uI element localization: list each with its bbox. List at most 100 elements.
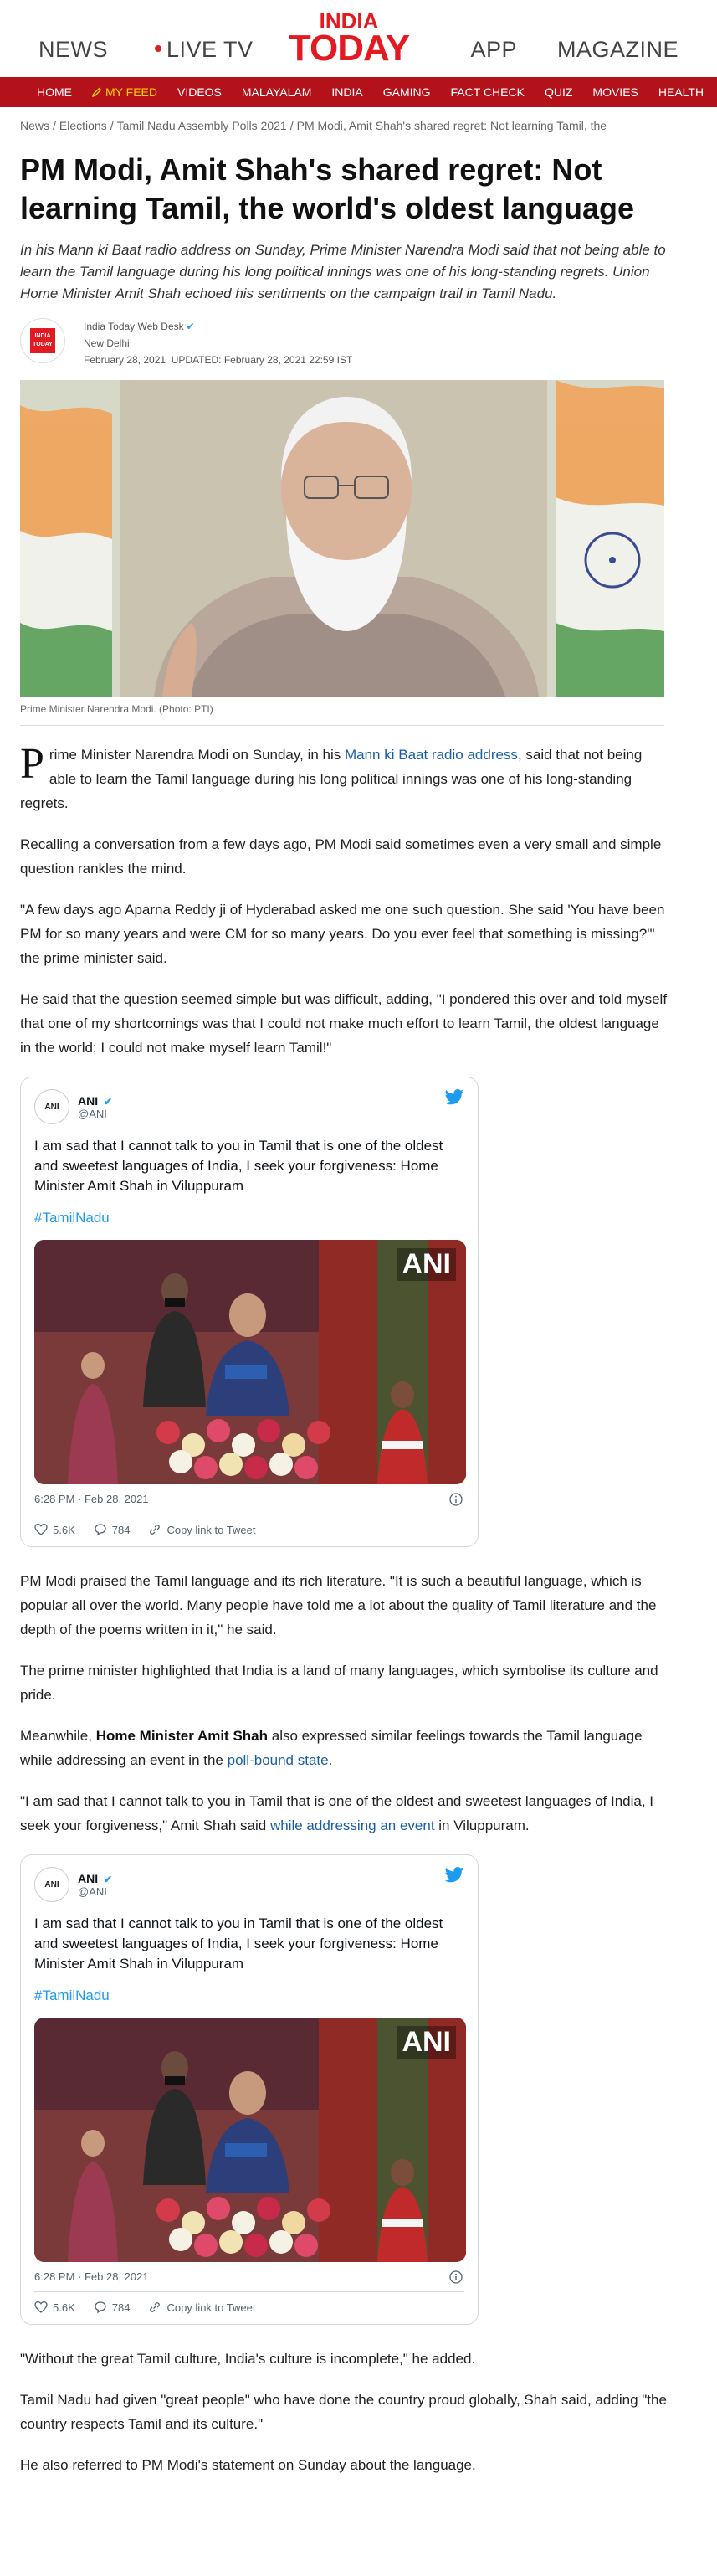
- nav-app-link[interactable]: APP: [470, 37, 517, 63]
- reply-action[interactable]: 784: [94, 1523, 131, 1536]
- nav-item-gaming[interactable]: GAMING: [373, 85, 441, 99]
- hero-image: [20, 380, 664, 697]
- caption-divider: [20, 725, 664, 726]
- twitter-bird-icon[interactable]: [444, 1089, 464, 1106]
- mann-ki-baat-link[interactable]: Mann ki Baat radio address: [345, 747, 518, 763]
- paragraph-9: "Without the great Tamil culture, India'…: [20, 2351, 476, 2367]
- reply-count: 784: [111, 2301, 131, 2314]
- copy-link-label: Copy link to Tweet: [166, 2301, 256, 2314]
- paragraph-11: He also referred to PM Modi's statement …: [20, 2457, 476, 2473]
- paragraph-6: The prime minister highlighted that Indi…: [20, 1663, 658, 1703]
- tweet-handle[interactable]: @ANI: [78, 1108, 112, 1120]
- paragraph-5: PM Modi praised the Tamil language and i…: [20, 1573, 657, 1638]
- header-left-nav: NEWS LIVE TV: [38, 37, 254, 63]
- nav-item-movies[interactable]: MOVIES: [582, 85, 648, 99]
- like-count: 5.6K: [53, 2301, 75, 2314]
- byline: INDIA TODAY India Today Web Desk ✔ New Del…: [20, 318, 697, 368]
- byline-meta: India Today Web Desk ✔ New Delhi February…: [84, 318, 352, 368]
- tweet-hashtag[interactable]: #TamilNadu: [34, 1987, 464, 2004]
- nav-live-tv-link[interactable]: LIVE TV: [155, 37, 254, 63]
- hero-illustration: [20, 380, 664, 697]
- like-action[interactable]: 5.6K: [34, 1523, 75, 1536]
- tweet-verified-icon: ✔: [104, 1095, 113, 1108]
- twitter-bird-icon[interactable]: [444, 1867, 464, 1884]
- article-title: PM Modi, Amit Shah's shared regret: Not …: [20, 152, 635, 225]
- reply-count: 784: [111, 1523, 131, 1536]
- article-container: News / Elections / Tamil Nadu Assembly Polls…: [0, 119, 717, 2497]
- dateline-location: New Delhi: [84, 337, 130, 349]
- author-avatar-logo: INDIA TODAY: [30, 328, 55, 353]
- nav-item-fact-check[interactable]: FACT CHECK: [441, 85, 535, 99]
- embedded-tweet-2[interactable]: ANI ANI ✔ @ANI I am sad that I cannot ta…: [20, 1854, 479, 2325]
- copy-link-label: Copy link to Tweet: [166, 1523, 256, 1536]
- breadcrumb-elections[interactable]: Elections: [59, 119, 107, 132]
- copy-link-action[interactable]: Copy link to Tweet: [148, 2301, 255, 2314]
- reply-action[interactable]: 784: [94, 2301, 131, 2314]
- tweet-header: ANI ANI ✔ @ANI: [34, 1867, 464, 1902]
- poll-bound-state-link[interactable]: poll-bound state: [228, 1752, 329, 1768]
- updated-date: UPDATED: February 28, 2021 22:59 IST: [171, 354, 353, 366]
- nav-item-home[interactable]: HOME: [27, 85, 82, 99]
- tweet-timestamp[interactable]: 6:28 PM · Feb 28, 2021: [34, 1493, 464, 1506]
- paragraph-10: Tamil Nadu had given "great people" who …: [20, 2392, 667, 2432]
- live-dot-icon: [155, 44, 161, 52]
- section-nav-bar: HOME MY FEED VIDEOS MALAYALAM INDIA GAMI…: [0, 77, 717, 107]
- tweet-avatar[interactable]: ANI: [34, 1089, 69, 1124]
- tweet-timestamp[interactable]: 6:28 PM · Feb 28, 2021: [34, 2270, 464, 2284]
- nav-news-link[interactable]: NEWS: [38, 37, 108, 63]
- info-icon[interactable]: [449, 1493, 463, 1506]
- tweet-hashtag[interactable]: #TamilNadu: [34, 1210, 464, 1226]
- ani-watermark: ANI: [397, 2026, 456, 2059]
- paragraph-2: Recalling a conversation from a few days…: [20, 836, 662, 877]
- heart-icon: [34, 1523, 48, 1535]
- info-icon[interactable]: [449, 2270, 463, 2284]
- like-action[interactable]: 5.6K: [34, 2301, 75, 2314]
- paragraph-1: Prime Minister Narendra Modi on Sunday, …: [20, 740, 643, 812]
- paragraph-3: "A few days ago Aparna Reddy ji of Hyder…: [20, 902, 665, 966]
- nav-item-videos[interactable]: VIDEOS: [167, 85, 232, 99]
- breadcrumb-tn-polls[interactable]: Tamil Nadu Assembly Polls 2021: [117, 119, 287, 132]
- breadcrumb-current: PM Modi, Amit Shah's shared regret: Not …: [296, 119, 607, 132]
- tweet-avatar[interactable]: ANI: [34, 1867, 69, 1902]
- paragraph-8: "I am sad that I cannot talk to you in T…: [20, 1793, 654, 1833]
- nav-item-quiz[interactable]: QUIZ: [535, 85, 582, 99]
- tweet-actions: 5.6K 784 Copy link to Tweet: [34, 1514, 464, 1536]
- verified-icon: ✔: [186, 321, 195, 332]
- logo-line-2: TODAY: [288, 28, 410, 69]
- tweet-author-name[interactable]: ANI ✔: [78, 1872, 112, 1885]
- author-avatar[interactable]: INDIA TODAY: [20, 318, 65, 363]
- nav-magazine-link[interactable]: MAGAZINE: [557, 37, 679, 63]
- site-header: NEWS LIVE TV INDIA TODAY APP MAGAZINE: [0, 0, 717, 77]
- publish-date: February 28, 2021: [84, 354, 166, 366]
- link-icon: [150, 1525, 161, 1535]
- copy-link-action[interactable]: Copy link to Tweet: [148, 1523, 255, 1536]
- nav-item-my-feed[interactable]: MY FEED: [82, 85, 167, 99]
- nav-item-health[interactable]: HEALTH: [648, 85, 714, 99]
- amit-shah-link[interactable]: Home Minister Amit Shah: [96, 1728, 268, 1744]
- tweet-author-name[interactable]: ANI ✔: [78, 1094, 112, 1108]
- nav-item-malayalam[interactable]: MALAYALAM: [232, 85, 322, 99]
- dateline-dates: February 28, 2021 UPDATED: February 28, …: [84, 352, 352, 368]
- pencil-icon: [92, 87, 102, 97]
- breadcrumb-news[interactable]: News: [20, 119, 49, 132]
- tweet-text: I am sad that I cannot talk to you in Ta…: [34, 1138, 443, 1194]
- author-name[interactable]: India Today Web Desk: [84, 321, 184, 332]
- reply-icon: [95, 1524, 106, 1536]
- embedded-tweet-1[interactable]: ANI ANI ✔ @ANI I am sad that I cannot ta…: [20, 1077, 479, 1547]
- tweet-handle[interactable]: @ANI: [78, 1885, 112, 1898]
- heart-icon: [34, 2301, 48, 2313]
- india-today-logo[interactable]: INDIA TODAY: [286, 10, 412, 67]
- live-tv-label: LIVE TV: [166, 37, 254, 62]
- nav-item-india[interactable]: INDIA: [321, 85, 372, 99]
- breadcrumb: News / Elections / Tamil Nadu Assembly Polls…: [20, 119, 607, 132]
- paragraph-4: He said that the question seemed simple …: [20, 991, 668, 1056]
- reply-icon: [95, 2301, 106, 2314]
- tweet-photo[interactable]: ANI: [34, 1240, 466, 1484]
- my-feed-label: MY FEED: [105, 85, 157, 99]
- dropcap-letter: P: [20, 740, 44, 788]
- tweet-photo[interactable]: ANI: [34, 2018, 466, 2262]
- addressing-event-link[interactable]: while addressing an event: [270, 1818, 435, 1833]
- like-count: 5.6K: [53, 1523, 75, 1536]
- hero-caption: Prime Minister Narendra Modi. (Photo: PT…: [20, 703, 213, 715]
- tweet-text: I am sad that I cannot talk to you in Ta…: [34, 1915, 443, 1972]
